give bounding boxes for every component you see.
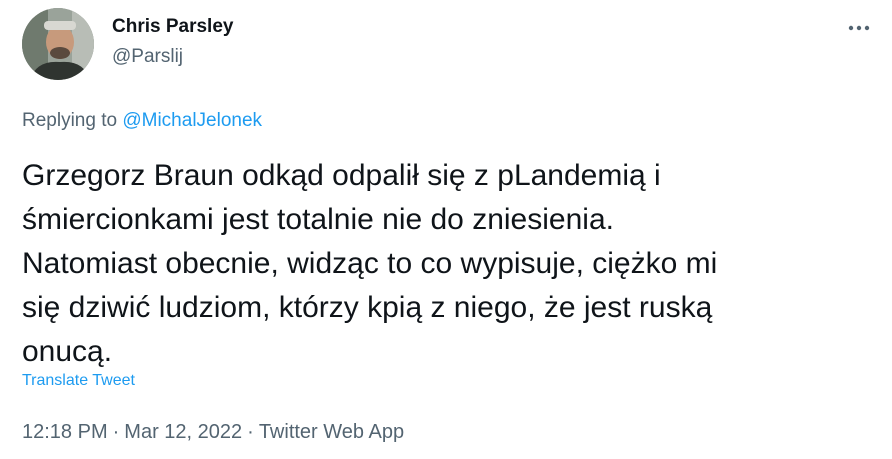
replying-to: Replying to @MichalJelonek (22, 110, 262, 132)
more-options-button[interactable] (842, 14, 876, 42)
tweet-source: Twitter Web App (258, 421, 405, 443)
avatar[interactable] (22, 8, 94, 80)
reply-target-link[interactable]: @MichalJelonek (122, 110, 262, 131)
avatar-image (22, 8, 94, 80)
more-horizontal-icon (848, 25, 870, 31)
tweet-meta: 12:18 PM · Mar 12, 2022 · Twitter Web App (22, 421, 404, 444)
tweet-date[interactable]: Mar 12, 2022 (124, 421, 242, 443)
author-handle[interactable]: @Parslij (112, 46, 183, 68)
meta-separator: · (112, 421, 120, 443)
replying-to-label: Replying to (22, 110, 118, 131)
translate-tweet-link[interactable]: Translate Tweet (22, 372, 135, 390)
meta-separator: · (247, 421, 254, 443)
author-name[interactable]: Chris Parsley (112, 16, 233, 38)
tweet-time[interactable]: 12:18 PM (22, 421, 108, 443)
tweet-text: Grzegorz Braun odkąd odpalił się z pLand… (22, 159, 718, 368)
tweet: Chris Parsley @Parslij Replying to @Mich… (0, 0, 892, 459)
